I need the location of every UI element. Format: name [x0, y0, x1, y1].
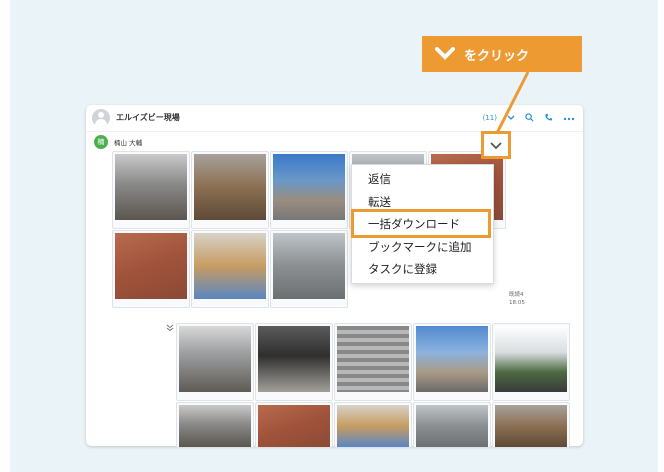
callout-label: をクリック — [464, 48, 530, 64]
chevron-down-icon — [490, 141, 502, 149]
menu-item-reply[interactable]: 返信 — [368, 171, 391, 187]
message-menu-toggle[interactable] — [481, 131, 511, 159]
menu-item-add-task[interactable]: タスクに登録 — [368, 261, 437, 277]
menu-item-forward[interactable]: 転送 — [368, 194, 391, 210]
menu-item-bookmark[interactable]: ブックマークに追加 — [368, 239, 472, 255]
highlight-bulk-download — [351, 209, 491, 238]
chevron-down-icon — [434, 45, 456, 64]
instruction-callout: をクリック — [422, 36, 582, 72]
